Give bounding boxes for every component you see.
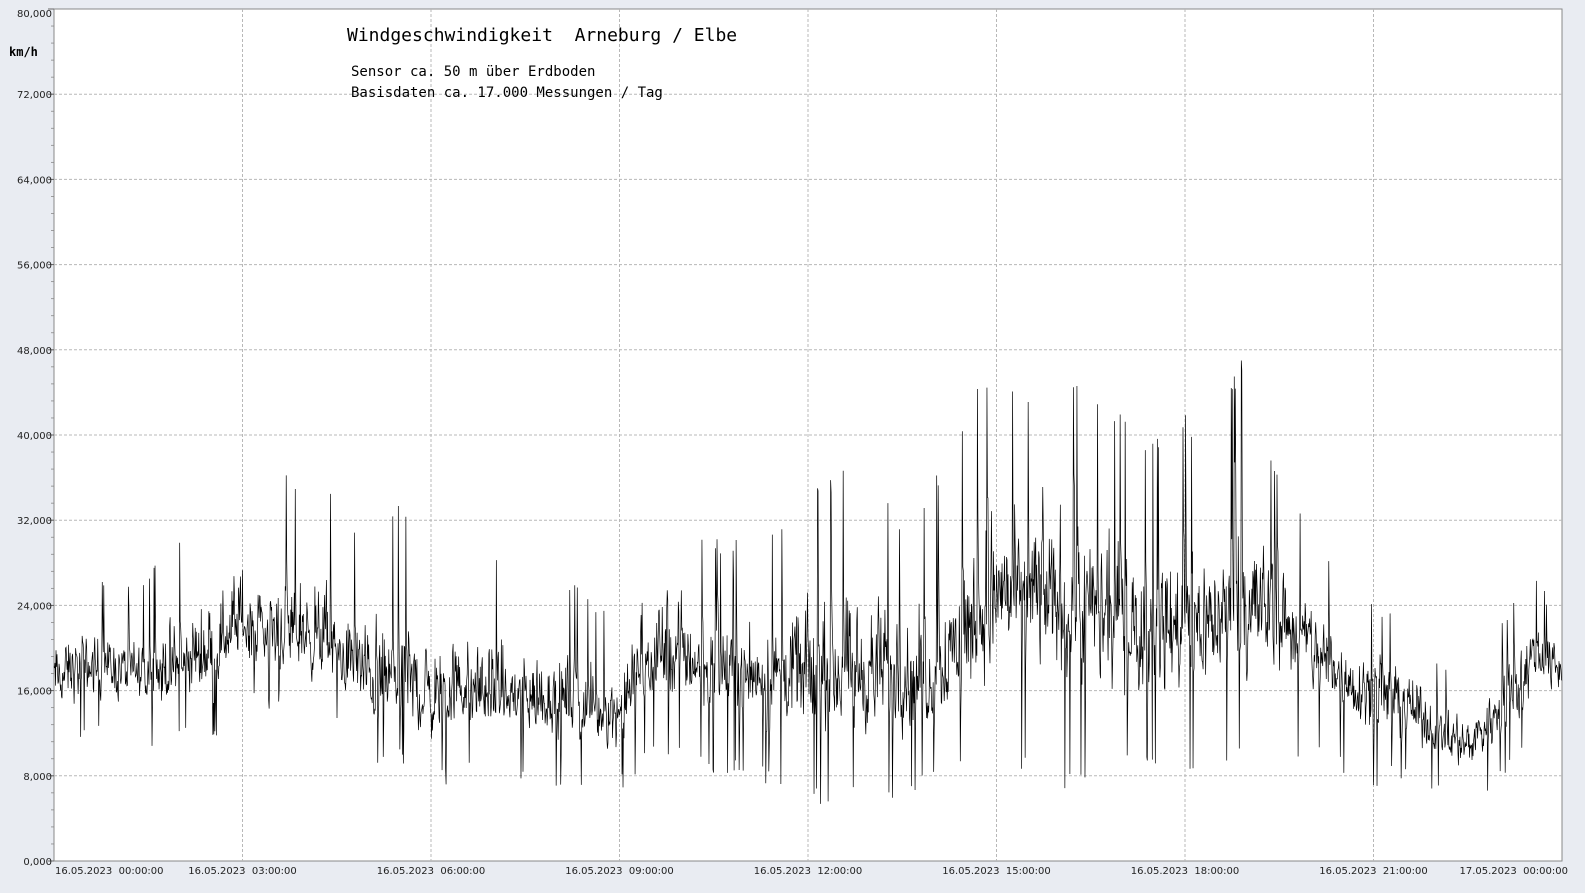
x-tick-label: 16.05.2023 18:00:00 bbox=[1131, 866, 1240, 877]
chart-frame: 0,000 8,000 16,000 24,000 32,000 40,000 48,000… bbox=[0, 0, 1585, 893]
chart-title: Windgeschwindigkeit Arneburg / Elbe bbox=[347, 25, 737, 46]
chart-subtitle-sensor: Sensor ca. 50 m über Erdboden bbox=[351, 64, 595, 80]
x-tick-label: 16.05.2023 06:00:00 bbox=[377, 866, 486, 877]
x-tick-label: 16.05.2023 12:00:00 bbox=[754, 866, 863, 877]
y-tick-label: 0,000 bbox=[23, 857, 52, 868]
y-tick-label: 24,000 bbox=[17, 601, 52, 612]
x-tick-label: 17.05.2023 00:00:00 bbox=[1459, 866, 1568, 877]
x-tick-label: 16.05.2023 09:00:00 bbox=[565, 866, 674, 877]
y-tick-label: 8,000 bbox=[23, 772, 52, 783]
y-axis-unit-label: km/h bbox=[9, 45, 38, 59]
x-tick-label: 16.05.2023 15:00:00 bbox=[942, 866, 1051, 877]
y-axis-labels: 0,000 8,000 16,000 24,000 32,000 40,000 48,000… bbox=[17, 9, 52, 868]
x-tick-label: 16.05.2023 00:00:00 bbox=[55, 866, 164, 877]
wind-speed-chart: 0,000 8,000 16,000 24,000 32,000 40,000 48,000… bbox=[9, 8, 1568, 877]
y-tick-label: 32,000 bbox=[17, 516, 52, 527]
x-tick-label: 16.05.2023 21:00:00 bbox=[1319, 866, 1428, 877]
y-tick-label: 72,000 bbox=[17, 90, 52, 101]
y-tick-label: 80,000 bbox=[17, 9, 52, 20]
x-tick-label: 16.05.2023 03:00:00 bbox=[188, 866, 297, 877]
y-tick-label: 16,000 bbox=[17, 687, 52, 698]
chart-subtitle-basisdaten: Basisdaten ca. 17.000 Messungen / Tag bbox=[351, 85, 663, 101]
y-tick-label: 56,000 bbox=[17, 261, 52, 272]
y-tick-label: 48,000 bbox=[17, 346, 52, 357]
x-axis-labels: 16.05.2023 00:00:00 16.05.2023 03:00:00 16… bbox=[55, 866, 1568, 877]
y-tick-label: 40,000 bbox=[17, 431, 52, 442]
y-tick-label: 64,000 bbox=[17, 175, 52, 186]
